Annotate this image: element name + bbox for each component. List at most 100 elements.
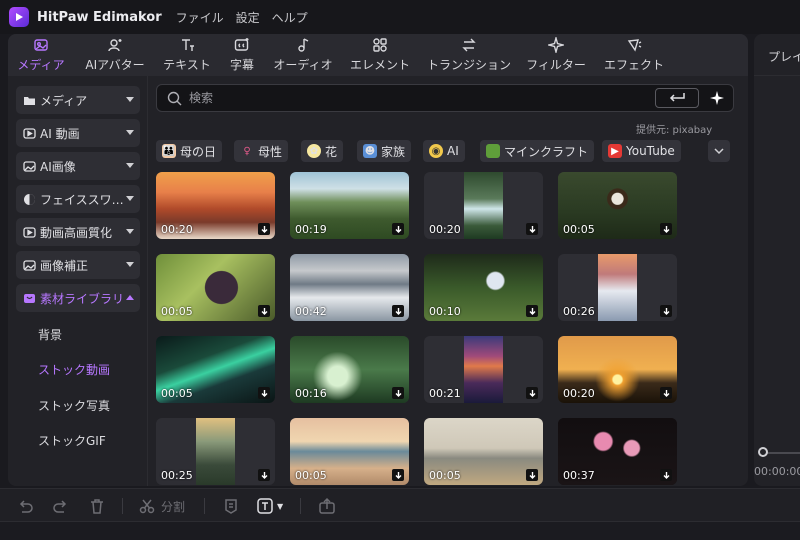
tab-media[interactable]: メディア — [8, 34, 74, 76]
sidebar-subitem-stock-photo[interactable]: ストック写真 — [38, 397, 110, 414]
search-submit-button[interactable] — [655, 88, 699, 108]
tag-label: 母の日 — [180, 144, 217, 159]
thumbnail-image — [598, 254, 637, 321]
tab-filter[interactable]: フィルター — [518, 34, 594, 76]
text-icon — [182, 39, 194, 51]
sidebar-subitem-stock-gif[interactable]: ストックGIF — [38, 432, 106, 449]
download-icon[interactable] — [660, 223, 672, 235]
menu-help[interactable]: ヘルプ — [272, 9, 308, 26]
tag-label: YouTube — [626, 144, 675, 158]
mother-emoji-icon: ♀ — [243, 145, 251, 157]
tag-youtube[interactable]: ▶ YouTube — [602, 140, 681, 162]
sidebar: メディア AI 動画 AI画像 フェイススワ… 動画高画質化 画像補正 素材ライ… — [8, 76, 148, 486]
download-icon[interactable] — [660, 305, 672, 317]
tab-ai-avatar[interactable]: AIアバター — [74, 34, 156, 76]
ai-avatar-icon — [108, 39, 122, 52]
download-icon[interactable] — [660, 469, 672, 481]
download-icon[interactable] — [526, 387, 538, 399]
marker-button[interactable] — [222, 497, 240, 515]
sidebar-subitem-background[interactable]: 背景 — [38, 326, 62, 343]
video-thumbnail[interactable]: 00:05 — [424, 418, 543, 485]
video-thumbnail[interactable]: 00:05 — [156, 254, 275, 321]
menu-settings[interactable]: 設定 — [236, 9, 260, 26]
undo-button[interactable] — [16, 497, 34, 515]
tab-subtitle[interactable]: 字幕 — [218, 34, 266, 76]
video-thumbnail[interactable]: 00:20 — [558, 336, 677, 403]
trash-icon — [91, 499, 103, 514]
app-name: HitPaw Edimakor — [37, 9, 162, 25]
tab-transition[interactable]: トランジション — [420, 34, 518, 76]
download-icon[interactable] — [258, 305, 270, 317]
tag-flower[interactable]: ✿ 花 — [301, 140, 344, 162]
sidebar-item-library[interactable]: 素材ライブラリ — [16, 284, 140, 312]
download-icon[interactable] — [526, 305, 538, 317]
image-enhance-icon — [23, 259, 36, 272]
download-icon[interactable] — [258, 223, 270, 235]
video-duration: 00:05 — [161, 305, 193, 318]
split-button[interactable]: 分割 — [138, 497, 185, 515]
download-icon[interactable] — [258, 387, 270, 399]
video-thumbnail[interactable]: 00:21 — [424, 336, 543, 403]
ai-search-button[interactable] — [705, 87, 729, 109]
tab-element[interactable]: エレメント — [340, 34, 420, 76]
video-thumbnail[interactable]: 00:05 — [156, 336, 275, 403]
video-duration: 00:05 — [161, 387, 193, 400]
download-icon[interactable] — [392, 469, 404, 481]
delete-button[interactable] — [88, 497, 106, 515]
sidebar-subitem-stock-video[interactable]: ストック動画 — [38, 361, 110, 378]
video-thumbnail[interactable]: 00:26 — [558, 254, 677, 321]
menu-file[interactable]: ファイル — [176, 9, 224, 26]
sidebar-item-face-swap[interactable]: フェイススワ… — [16, 185, 140, 213]
expand-tags-button[interactable] — [708, 140, 730, 162]
timeline-area[interactable] — [0, 522, 800, 540]
tag-motherhood[interactable]: ♀ 母性 — [234, 140, 289, 162]
video-thumbnail[interactable]: 00:20 — [156, 172, 275, 239]
chevron-down-icon — [126, 163, 134, 168]
video-thumbnail[interactable]: 00:20 — [424, 172, 543, 239]
video-thumbnail[interactable]: 00:05 — [290, 418, 409, 485]
sidebar-item-ai-video[interactable]: AI 動画 — [16, 119, 140, 147]
download-icon[interactable] — [392, 305, 404, 317]
download-icon[interactable] — [392, 387, 404, 399]
text-tool-button[interactable]: ▼ — [256, 497, 283, 515]
playback-slider-knob[interactable] — [758, 447, 768, 457]
sidebar-item-label: メディア — [40, 93, 88, 108]
download-icon[interactable] — [258, 469, 270, 481]
tag-ai[interactable]: ◉ AI — [423, 140, 465, 162]
download-icon[interactable] — [526, 223, 538, 235]
minecraft-icon — [486, 144, 500, 158]
video-thumbnail[interactable]: 00:25 — [156, 418, 275, 485]
scissors-icon — [139, 499, 155, 514]
tag-minecraft[interactable]: マインクラフト — [480, 140, 595, 162]
toolbar-divider — [300, 498, 301, 514]
tab-audio[interactable]: オーディオ — [266, 34, 340, 76]
redo-button[interactable] — [52, 497, 70, 515]
download-icon[interactable] — [660, 387, 672, 399]
tag-label: 母性 — [258, 144, 283, 159]
video-thumbnail[interactable]: 00:10 — [424, 254, 543, 321]
sidebar-item-ai-image[interactable]: AI画像 — [16, 152, 140, 180]
sidebar-item-image-enhance[interactable]: 画像補正 — [16, 251, 140, 279]
tab-label: エフェクト — [603, 58, 664, 72]
tab-text[interactable]: テキスト — [156, 34, 218, 76]
tab-effect[interactable]: エフェクト — [594, 34, 674, 76]
export-clip-button[interactable] — [318, 497, 336, 515]
download-icon[interactable] — [392, 223, 404, 235]
download-icon[interactable] — [526, 469, 538, 481]
video-thumbnail[interactable]: 00:42 — [290, 254, 409, 321]
video-thumbnail[interactable]: 00:16 — [290, 336, 409, 403]
video-thumbnail[interactable]: 00:19 — [290, 172, 409, 239]
search-input[interactable] — [189, 89, 589, 107]
video-thumbnail[interactable]: 00:37 — [558, 418, 677, 485]
sidebar-item-video-enhance[interactable]: 動画高画質化 — [16, 218, 140, 246]
tag-mothers-day[interactable]: 👪 母の日 — [156, 140, 223, 162]
toolbar-divider — [204, 498, 205, 514]
sidebar-item-media[interactable]: メディア — [16, 86, 140, 114]
player-time: 00:00:00 — [754, 465, 800, 478]
tag-label: AI — [447, 144, 459, 158]
thumbnail-image — [196, 418, 235, 485]
video-thumbnail[interactable]: 00:05 — [558, 172, 677, 239]
sidebar-item-label: フェイススワ… — [40, 192, 124, 207]
tag-family[interactable]: ☻ 家族 — [357, 140, 412, 162]
flower-emoji-icon: ✿ — [307, 144, 321, 158]
